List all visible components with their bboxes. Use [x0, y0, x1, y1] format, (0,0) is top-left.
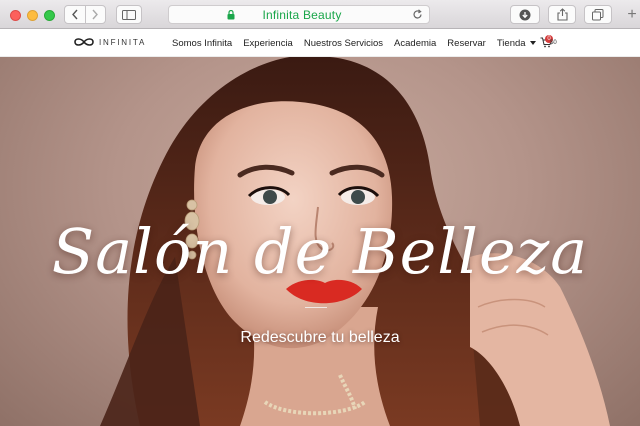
- nav-experiencia[interactable]: Experiencia: [243, 38, 293, 49]
- show-tabs-button[interactable]: [584, 5, 612, 24]
- url-text: Infinita Beauty: [262, 7, 342, 22]
- nav-nuestros-servicios[interactable]: Nuestros Servicios: [304, 38, 383, 49]
- site-header: INFINITA Somos Infinita Experiencia Nues…: [0, 29, 640, 57]
- browser-toolbar: Infinita Beauty +: [0, 0, 640, 29]
- hero-divider: [305, 307, 327, 308]
- nav-tienda[interactable]: Tienda: [497, 38, 536, 49]
- nav-tienda-label: Tienda: [496, 37, 526, 49]
- history-nav: [64, 5, 106, 24]
- hero-subtitle: Redescubre tu belleza: [240, 329, 400, 346]
- site-logo[interactable]: INFINITA: [73, 37, 146, 47]
- hero-title: Salón de Belleza: [51, 215, 589, 288]
- infinity-logo-icon: [74, 38, 94, 46]
- back-icon: [71, 9, 78, 20]
- share-button[interactable]: [548, 5, 576, 24]
- zoom-window-button[interactable]: [44, 10, 55, 21]
- hero-banner: Salón de Belleza Redescubre tu belleza: [0, 57, 640, 426]
- main-menu: Somos Infinita Experiencia Nuestros Serv…: [172, 29, 547, 57]
- nav-academia[interactable]: Academia: [394, 38, 436, 49]
- caret-down-icon: [529, 40, 536, 45]
- forward-icon: [92, 9, 99, 20]
- sidebar-icon: [122, 9, 136, 20]
- share-icon: [556, 8, 568, 21]
- lock-icon: [227, 10, 235, 20]
- minimize-window-button[interactable]: [27, 10, 38, 21]
- reload-icon[interactable]: [412, 9, 423, 20]
- new-tab-button[interactable]: +: [624, 5, 640, 24]
- address-bar[interactable]: Infinita Beauty: [168, 5, 430, 24]
- nav-somos-infinita[interactable]: Somos Infinita: [172, 38, 232, 49]
- tabs-icon: [592, 8, 604, 20]
- forward-button[interactable]: [84, 6, 106, 23]
- nav-reservar[interactable]: Reservar: [447, 38, 486, 49]
- sidebar-button[interactable]: [116, 5, 142, 24]
- close-window-button[interactable]: [10, 10, 21, 21]
- download-icon: [519, 9, 531, 20]
- new-tab-icon: +: [627, 5, 637, 23]
- back-button[interactable]: [65, 6, 85, 23]
- logo-text: INFINITA: [99, 37, 147, 47]
- cart-total: $0: [550, 40, 557, 46]
- downloads-button[interactable]: [510, 5, 540, 24]
